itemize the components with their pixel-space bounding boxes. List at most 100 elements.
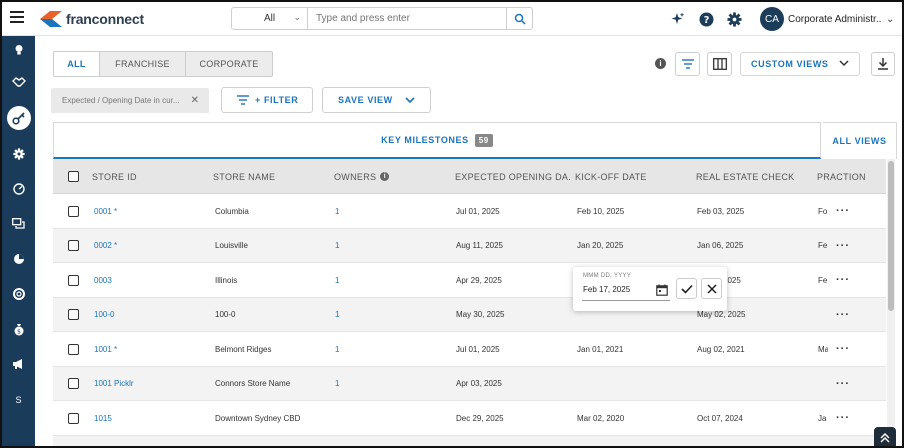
kickoff-date[interactable]: Jan 01, 2021 — [577, 332, 687, 366]
user-menu[interactable]: CA Corporate Administr... ⌄ — [760, 7, 894, 31]
real-estate-check-date[interactable] — [697, 367, 807, 401]
help-icon[interactable]: ? — [698, 11, 714, 27]
pr-value[interactable]: Fe — [818, 263, 828, 297]
col-expected-opening[interactable]: EXPECTED OPENING DA... — [455, 159, 571, 194]
table-row[interactable]: 0003 Illinois 1 Apr 29, 2025 2025 Fe ··· — [53, 263, 886, 298]
save-view-button[interactable]: SAVE VIEW — [322, 87, 431, 113]
row-checkbox[interactable] — [68, 332, 79, 366]
real-estate-check-date[interactable]: Feb 03, 2025 — [697, 194, 807, 228]
row-checkbox[interactable] — [68, 229, 79, 263]
more-icon[interactable]: ··· — [836, 332, 850, 366]
row-checkbox[interactable] — [68, 263, 79, 297]
kickoff-date[interactable] — [577, 367, 687, 401]
scroll-to-top-button[interactable] — [874, 427, 896, 446]
col-store-name[interactable]: STORE NAME — [213, 159, 323, 194]
col-store-id[interactable]: STORE ID — [92, 159, 202, 194]
cancel-date-button[interactable] — [701, 278, 722, 299]
confirm-date-button[interactable] — [676, 278, 697, 299]
table-row[interactable]: 1001 Picklr Connors Store Name 1 Apr 03,… — [53, 366, 886, 401]
more-icon[interactable]: ··· — [836, 401, 850, 435]
sidebar-item-dollar[interactable]: S — [2, 386, 35, 414]
table-row[interactable]: 0002 * Louisville 1 Aug 11, 2025 Jan 20,… — [53, 228, 886, 263]
kickoff-date[interactable]: Mar 02, 2020 — [577, 401, 687, 435]
search-scope-select[interactable]: All ⌄ — [232, 8, 308, 29]
sidebar-item-chat[interactable] — [2, 210, 35, 238]
table-row[interactable]: 1015 Downtown Sydney CBD Dec 29, 2025 Ma… — [53, 401, 886, 436]
store-id-link[interactable]: 1015 — [94, 401, 204, 435]
sidebar-item-moneybag[interactable]: $ — [2, 315, 35, 343]
real-estate-check-date[interactable]: Aug 02, 2021 — [697, 332, 807, 366]
real-estate-check-date[interactable]: Oct 07, 2024 — [697, 401, 807, 435]
info-icon[interactable]: i — [380, 172, 390, 181]
calendar-icon[interactable] — [656, 283, 668, 296]
owners-link[interactable]: 1 — [335, 298, 445, 332]
more-icon[interactable]: ··· — [836, 194, 850, 228]
search-icon[interactable] — [506, 8, 532, 29]
store-id-link[interactable]: 0001 * — [94, 194, 204, 228]
close-icon[interactable]: ✕ — [191, 95, 199, 106]
store-id-link[interactable]: 1001 Picklr — [94, 367, 204, 401]
columns-button[interactable] — [707, 52, 732, 76]
table-row[interactable]: 100-0 100-0 1 May 30, 2025 May 02, 2025 … — [53, 297, 886, 332]
sidebar-item-chart[interactable] — [2, 245, 35, 273]
store-id-link[interactable]: 0003 — [94, 263, 204, 297]
segment-corporate[interactable]: CORPORATE — [186, 52, 272, 76]
pr-value[interactable] — [818, 298, 828, 332]
col-pr[interactable]: PR — [817, 159, 830, 194]
expected-opening-date[interactable]: Jul 01, 2025 — [456, 194, 566, 228]
col-real-estate-check[interactable]: REAL ESTATE CHECK — [696, 159, 812, 194]
menu-icon[interactable] — [10, 11, 24, 23]
expected-opening-date[interactable]: Apr 03, 2025 — [456, 367, 566, 401]
owners-link[interactable]: 1 — [335, 194, 445, 228]
sidebar-item-key[interactable] — [2, 104, 35, 132]
segment-franchise[interactable]: FRANCHISE — [100, 52, 186, 76]
real-estate-check-date[interactable]: 2025 — [723, 263, 807, 297]
real-estate-check-date[interactable]: Jan 06, 2025 — [697, 229, 807, 263]
sidebar-item-gear[interactable] — [2, 140, 35, 168]
row-checkbox[interactable] — [68, 194, 79, 228]
info-icon[interactable]: i — [655, 58, 666, 69]
scrollbar-thumb[interactable] — [888, 161, 894, 311]
table-row[interactable]: 1001 * Belmont Ridges 1 Jul 01, 2025 Jan… — [53, 332, 886, 367]
segment-all[interactable]: ALL — [54, 52, 100, 76]
download-button[interactable] — [871, 52, 895, 76]
owners-link[interactable]: 1 — [335, 229, 445, 263]
tab-key-milestones[interactable]: KEY MILESTONES 59 — [53, 122, 821, 159]
more-icon[interactable]: ··· — [836, 263, 850, 297]
tab-all-views[interactable]: ALL VIEWS — [823, 122, 897, 159]
sidebar-item-lightbulb[interactable] — [2, 36, 35, 64]
expected-opening-date[interactable]: Apr 29, 2025 — [456, 263, 566, 297]
owners-link[interactable]: 1 — [335, 367, 445, 401]
pr-value[interactable]: Ma — [818, 332, 828, 366]
sidebar-item-support[interactable] — [2, 280, 35, 308]
expected-opening-date[interactable]: Aug 11, 2025 — [456, 229, 566, 263]
col-kickoff-date[interactable]: KICK-OFF DATE — [575, 159, 691, 194]
search-input[interactable] — [308, 13, 506, 24]
pr-value[interactable]: Fe — [818, 229, 828, 263]
active-filter-chip[interactable]: Expected / Opening Date in cur... ✕ — [51, 88, 209, 113]
expected-opening-date[interactable]: May 30, 2025 — [456, 298, 566, 332]
owners-link[interactable]: 1 — [335, 263, 445, 297]
row-checkbox[interactable] — [68, 401, 79, 435]
more-icon[interactable]: ··· — [836, 229, 850, 263]
expected-opening-date[interactable]: Dec 29, 2025 — [456, 401, 566, 435]
gear-icon[interactable] — [726, 11, 742, 27]
store-id-link[interactable]: 1001 * — [94, 332, 204, 366]
more-icon[interactable]: ··· — [836, 298, 850, 332]
select-all-checkbox[interactable] — [68, 159, 79, 194]
custom-views-dropdown[interactable]: CUSTOM VIEWS — [740, 52, 860, 76]
filter-toggle-button[interactable] — [675, 52, 700, 76]
kickoff-date[interactable]: Jan 20, 2025 — [577, 229, 687, 263]
kickoff-date[interactable]: Feb 10, 2025 — [577, 194, 687, 228]
add-filter-button[interactable]: + FILTER — [221, 87, 313, 113]
vertical-scrollbar[interactable] — [887, 159, 895, 446]
pr-value[interactable]: Ja — [818, 401, 828, 435]
owners-link[interactable] — [335, 401, 445, 435]
table-row[interactable]: 0001 * Columbia 1 Jul 01, 2025 Feb 10, 2… — [53, 194, 886, 229]
pr-value[interactable]: Fo — [818, 194, 828, 228]
row-checkbox[interactable] — [68, 298, 79, 332]
owners-link[interactable]: 1 — [335, 332, 445, 366]
expected-opening-date[interactable]: Jul 01, 2025 — [456, 332, 566, 366]
sparkle-icon[interactable] — [670, 11, 686, 27]
logo[interactable]: franconnect — [38, 7, 144, 31]
